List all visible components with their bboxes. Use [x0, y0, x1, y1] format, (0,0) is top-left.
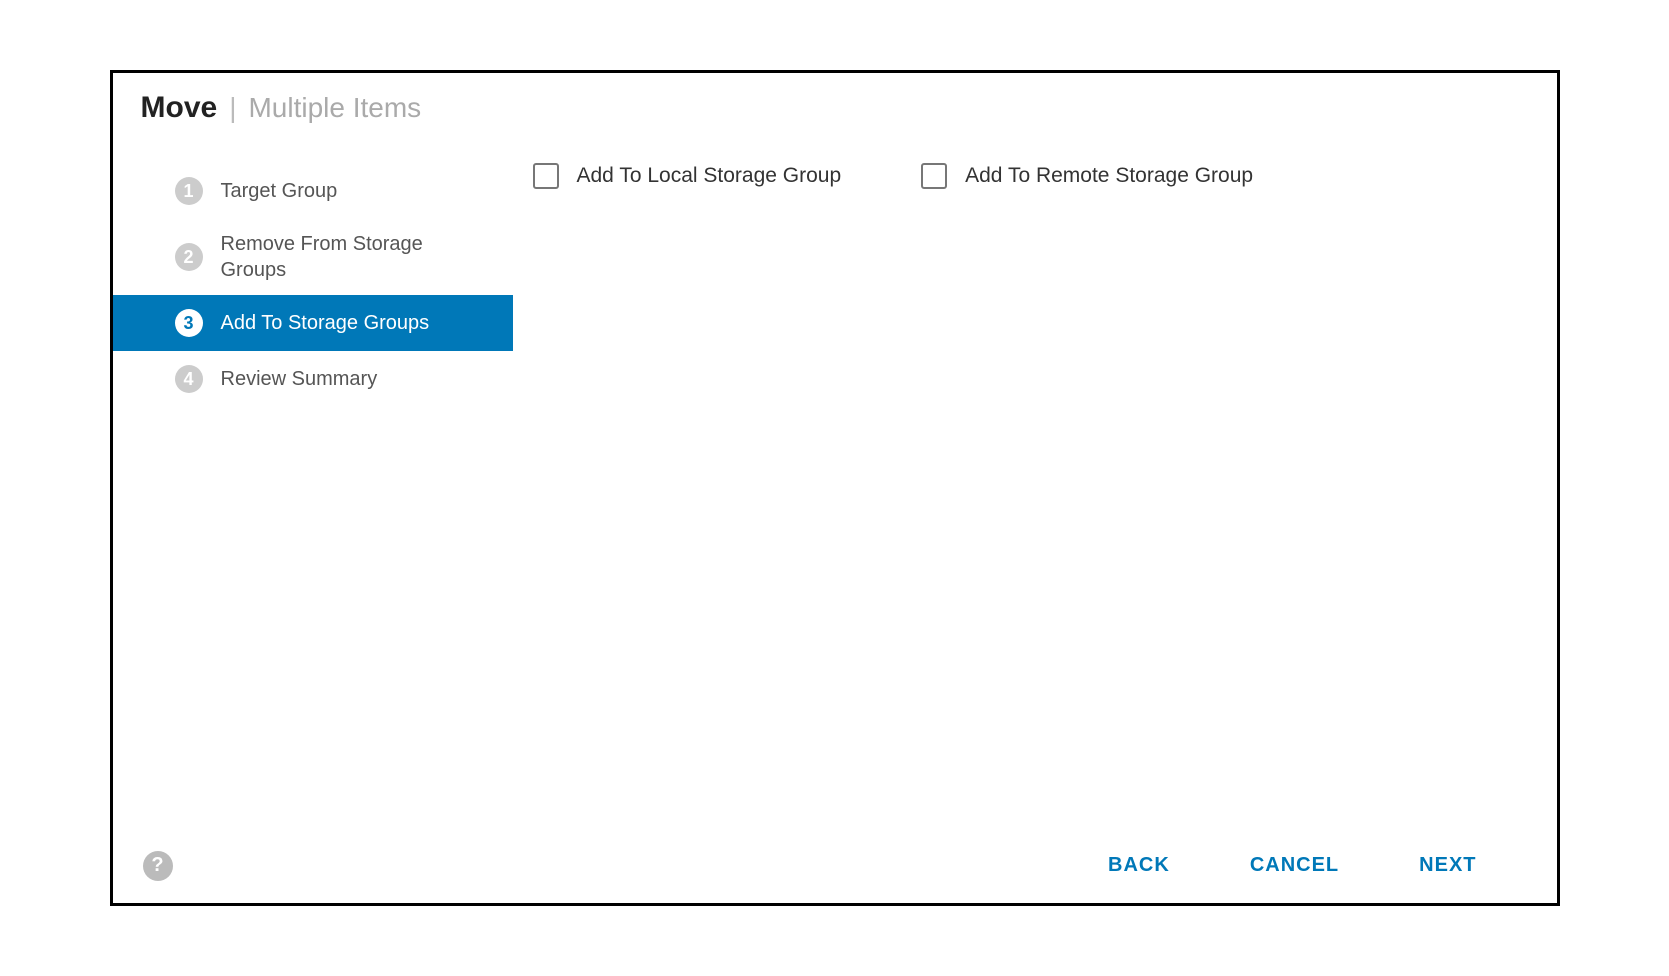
move-dialog: Move | Multiple Items 1 Target Group 2 R… — [110, 70, 1560, 906]
step-label: Add To Storage Groups — [221, 310, 430, 336]
checkbox-label: Add To Remote Storage Group — [965, 164, 1253, 188]
step-add-to-storage-groups[interactable]: 3 Add To Storage Groups — [113, 295, 513, 351]
step-remove-from-storage-groups[interactable]: 2 Remove From Storage Groups — [113, 219, 513, 295]
dialog-footer: ? BACK CANCEL NEXT — [113, 832, 1557, 903]
checkbox-icon[interactable] — [533, 163, 559, 189]
add-to-remote-storage-group-option[interactable]: Add To Remote Storage Group — [921, 163, 1253, 189]
help-icon[interactable]: ? — [143, 851, 173, 881]
back-button[interactable]: BACK — [1068, 846, 1210, 885]
step-label: Target Group — [221, 178, 338, 204]
step-number-badge: 2 — [175, 243, 203, 271]
step-content: Add To Local Storage Group Add To Remote… — [513, 135, 1557, 832]
step-number-badge: 3 — [175, 309, 203, 337]
checkbox-icon[interactable] — [921, 163, 947, 189]
step-review-summary[interactable]: 4 Review Summary — [113, 351, 513, 407]
dialog-title-separator: | — [229, 92, 236, 124]
next-button[interactable]: NEXT — [1379, 846, 1516, 885]
step-number-badge: 4 — [175, 365, 203, 393]
cancel-button[interactable]: CANCEL — [1210, 846, 1379, 885]
step-number-badge: 1 — [175, 177, 203, 205]
dialog-body: 1 Target Group 2 Remove From Storage Gro… — [113, 135, 1557, 832]
add-to-local-storage-group-option[interactable]: Add To Local Storage Group — [533, 163, 842, 189]
dialog-title: Move — [141, 91, 218, 125]
checkbox-label: Add To Local Storage Group — [577, 164, 842, 188]
dialog-subtitle: Multiple Items — [248, 92, 421, 124]
dialog-header: Move | Multiple Items — [113, 73, 1557, 135]
step-target-group[interactable]: 1 Target Group — [113, 163, 513, 219]
wizard-steps-sidebar: 1 Target Group 2 Remove From Storage Gro… — [113, 135, 513, 832]
step-label: Review Summary — [221, 366, 378, 392]
step-label: Remove From Storage Groups — [221, 231, 493, 283]
